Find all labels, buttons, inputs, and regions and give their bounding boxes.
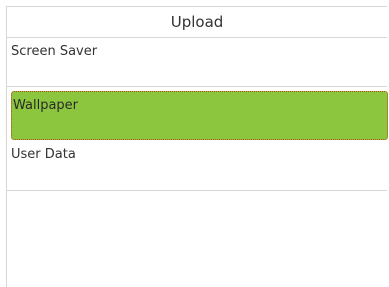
page-title: Upload	[7, 7, 387, 38]
upload-screen: Upload Screen Saver Wallpaper User Data	[6, 6, 388, 287]
menu-item-user-data[interactable]: User Data	[7, 142, 387, 191]
menu-item-label: User Data	[11, 147, 76, 162]
menu-item-wallpaper[interactable]: Wallpaper	[7, 90, 388, 141]
menu-item-label: Wallpaper	[13, 98, 79, 113]
menu-item-label: Screen Saver	[11, 44, 98, 59]
menu-item-screen-saver[interactable]: Screen Saver	[7, 38, 387, 87]
